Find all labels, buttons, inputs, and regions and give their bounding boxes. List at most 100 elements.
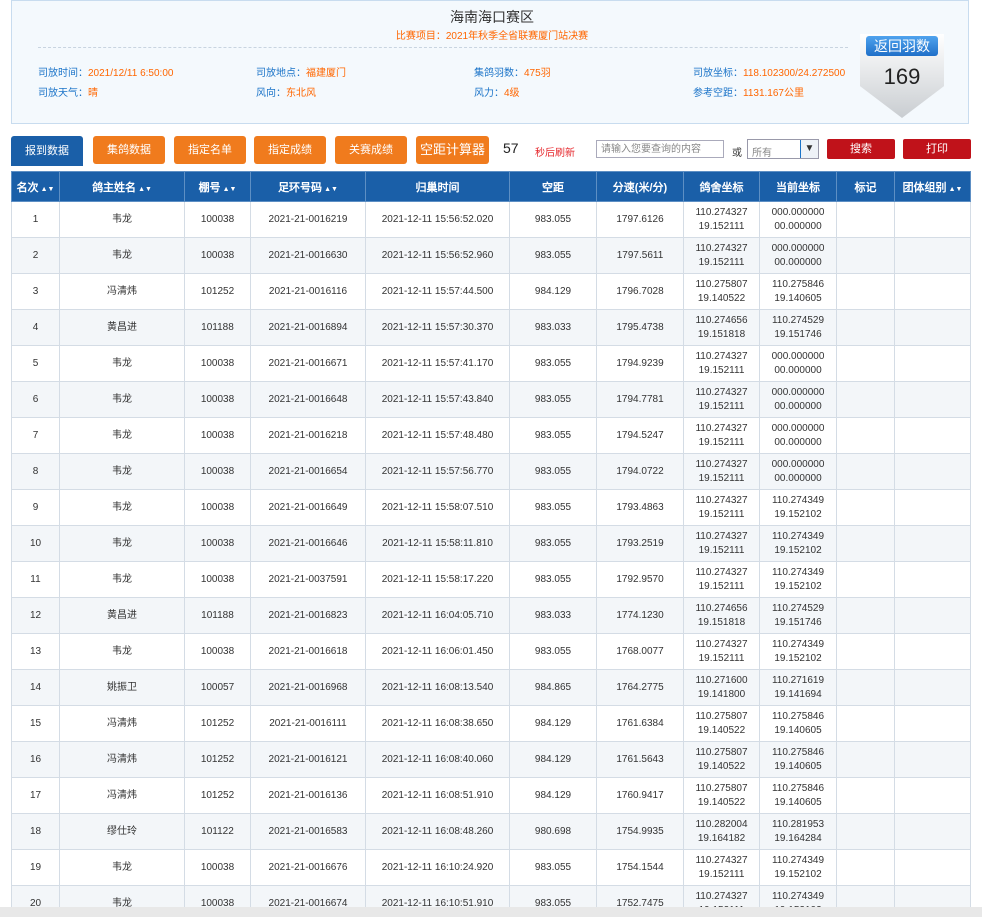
- arrival-time-cell: 2021-12-11 15:57:43.840: [365, 381, 510, 418]
- latitude: 19.140605: [774, 292, 822, 304]
- longitude: 110.275846: [771, 746, 825, 758]
- header-loft-number[interactable]: 棚号 ▲▼: [184, 171, 251, 202]
- owner-name-cell: 韦龙: [59, 237, 185, 274]
- latitude: 19.152102: [774, 868, 822, 880]
- rank-cell: 10: [11, 525, 60, 562]
- owner-name-cell: 冯清炜: [59, 741, 185, 778]
- rank-cell: 7: [11, 417, 60, 454]
- table-row[interactable]: 10 韦龙 100038 2021-21-0016646 2021-12-11 15:5…: [11, 525, 971, 562]
- speed-cell: 1754.9935: [596, 813, 684, 850]
- horizontal-scrollbar[interactable]: [0, 907, 982, 917]
- loft-coordinates-cell: 110.275807 19.140522: [683, 273, 760, 310]
- info-divider: [38, 47, 848, 48]
- search-input[interactable]: [596, 140, 724, 158]
- loft-number-cell: 100038: [184, 345, 251, 382]
- latitude: 19.152102: [774, 652, 822, 664]
- table-row[interactable]: 2 韦龙 100038 2021-21-0016630 2021-12-11 15:56…: [11, 237, 971, 274]
- ring-number-cell: 2021-21-0016583: [250, 813, 366, 850]
- longitude: 110.275807: [695, 782, 748, 794]
- current-coordinates-cell: 110.275846 19.140605: [759, 741, 837, 778]
- table-row[interactable]: 14 姚振卫 100057 2021-21-0016968 2021-12-11 16:…: [11, 669, 971, 706]
- ring-number-cell: 2021-21-0016894: [250, 309, 366, 346]
- chevron-down-icon[interactable]: ▼: [800, 140, 818, 158]
- wind-direction: 风向：东北风: [256, 88, 316, 99]
- table-row[interactable]: 11 韦龙 100038 2021-21-0037591 2021-12-11 15:5…: [11, 561, 971, 598]
- team-group-cell: [894, 777, 971, 814]
- tab-designated-list[interactable]: 指定名单: [174, 136, 246, 164]
- table-row[interactable]: 19 韦龙 100038 2021-21-0016676 2021-12-11 16:1…: [11, 849, 971, 886]
- header-ring-number[interactable]: 足环号码 ▲▼: [250, 171, 366, 202]
- longitude: 110.274349: [771, 530, 825, 542]
- ring-number-cell: 2021-21-0016218: [250, 417, 366, 454]
- table-row[interactable]: 6 韦龙 100038 2021-21-0016648 2021-12-11 15:57…: [11, 381, 971, 418]
- latitude: 19.152111: [698, 364, 745, 376]
- distance-calculator-button[interactable]: 空距计算器: [416, 136, 489, 164]
- header-rank[interactable]: 名次 ▲▼: [11, 171, 60, 202]
- team-group-cell: [894, 633, 971, 670]
- latitude: 19.151746: [774, 616, 822, 628]
- loft-number-cell: 100038: [184, 237, 251, 274]
- table-row[interactable]: 17 冯清炜 101252 2021-21-0016136 2021-12-11 16:…: [11, 777, 971, 814]
- current-coordinates-cell: 110.275846 19.140605: [759, 705, 837, 742]
- print-button[interactable]: 打印: [903, 139, 971, 159]
- loft-coordinates-cell: 110.282004 19.164182: [683, 813, 760, 850]
- table-row[interactable]: 8 韦龙 100038 2021-21-0016654 2021-12-11 15:57…: [11, 453, 971, 490]
- or-label: 或: [732, 148, 742, 159]
- table-row[interactable]: 1 韦龙 100038 2021-21-0016219 2021-12-11 15:56…: [11, 201, 971, 238]
- table-row[interactable]: 4 黄昌进 101188 2021-21-0016894 2021-12-11 15:5…: [11, 309, 971, 346]
- owner-name-cell: 韦龙: [59, 453, 185, 490]
- rank-cell: 17: [11, 777, 60, 814]
- latitude: 19.152111: [698, 652, 745, 664]
- mark-cell: [836, 525, 895, 562]
- arrival-time-cell: 2021-12-11 16:08:40.060: [365, 741, 510, 778]
- current-coordinates-cell: 000.000000 00.000000: [759, 237, 837, 274]
- arrival-time-cell: 2021-12-11 15:58:17.220: [365, 561, 510, 598]
- table-row[interactable]: 12 黄昌进 101188 2021-21-0016823 2021-12-11 16:…: [11, 597, 971, 634]
- table-row[interactable]: 18 缪仕玲 101122 2021-21-0016583 2021-12-11 16:…: [11, 813, 971, 850]
- header-owner-name[interactable]: 鸽主姓名 ▲▼: [59, 171, 185, 202]
- arrival-time-cell: 2021-12-11 15:57:44.500: [365, 273, 510, 310]
- mark-cell: [836, 489, 895, 526]
- table-row[interactable]: 3 冯清炜 101252 2021-21-0016116 2021-12-11 15:5…: [11, 273, 971, 310]
- current-coordinates-cell: 110.274349 19.152102: [759, 561, 837, 598]
- loft-number-cell: 101122: [184, 813, 251, 850]
- table-row[interactable]: 16 冯清炜 101252 2021-21-0016121 2021-12-11 16:…: [11, 741, 971, 778]
- owner-name-cell: 韦龙: [59, 489, 185, 526]
- tab-collection-data[interactable]: 集鸽数据: [93, 136, 165, 164]
- team-group-cell: [894, 309, 971, 346]
- tab-closing-results[interactable]: 关赛成绩: [335, 136, 407, 164]
- returned-count-badge: 返回羽数 169: [860, 28, 944, 122]
- header-arrival-time: 归巢时间: [365, 171, 510, 202]
- team-group-cell: [894, 813, 971, 850]
- latitude: 00.000000: [774, 400, 822, 412]
- arrival-time-cell: 2021-12-11 16:06:01.450: [365, 633, 510, 670]
- table-row[interactable]: 13 韦龙 100038 2021-21-0016618 2021-12-11 16:0…: [11, 633, 971, 670]
- ring-number-cell: 2021-21-0016116: [250, 273, 366, 310]
- table-row[interactable]: 15 冯清炜 101252 2021-21-0016111 2021-12-11 16:…: [11, 705, 971, 742]
- tab-designated-results[interactable]: 指定成绩: [254, 136, 326, 164]
- current-coordinates-cell: 110.274349 19.152102: [759, 849, 837, 886]
- distance-cell: 984.865: [509, 669, 597, 706]
- latitude: 19.152111: [698, 544, 745, 556]
- tab-arrival-data[interactable]: 报到数据: [11, 136, 83, 166]
- rank-cell: 9: [11, 489, 60, 526]
- table-row[interactable]: 9 韦龙 100038 2021-21-0016649 2021-12-11 15:58…: [11, 489, 971, 526]
- returned-count-value: 169: [883, 64, 921, 89]
- latitude: 19.140605: [774, 724, 822, 736]
- loft-number-cell: 100038: [184, 849, 251, 886]
- mark-cell: [836, 633, 895, 670]
- header-current-coordinates: 当前坐标: [759, 171, 837, 202]
- rank-cell: 12: [11, 597, 60, 634]
- filter-select[interactable]: 所有 ▼: [747, 139, 819, 159]
- rank-cell: 6: [11, 381, 60, 418]
- table-row[interactable]: 5 韦龙 100038 2021-21-0016671 2021-12-11 15:57…: [11, 345, 971, 382]
- speed-cell: 1796.7028: [596, 273, 684, 310]
- owner-name-cell: 韦龙: [59, 849, 185, 886]
- distance-cell: 983.055: [509, 849, 597, 886]
- speed-cell: 1794.7781: [596, 381, 684, 418]
- search-button[interactable]: 搜索: [827, 139, 895, 159]
- team-group-cell: [894, 669, 971, 706]
- header-team-group[interactable]: 团体组别 ▲▼: [894, 171, 971, 202]
- table-row[interactable]: 7 韦龙 100038 2021-21-0016218 2021-12-11 15:57…: [11, 417, 971, 454]
- ring-number-cell: 2021-21-0016823: [250, 597, 366, 634]
